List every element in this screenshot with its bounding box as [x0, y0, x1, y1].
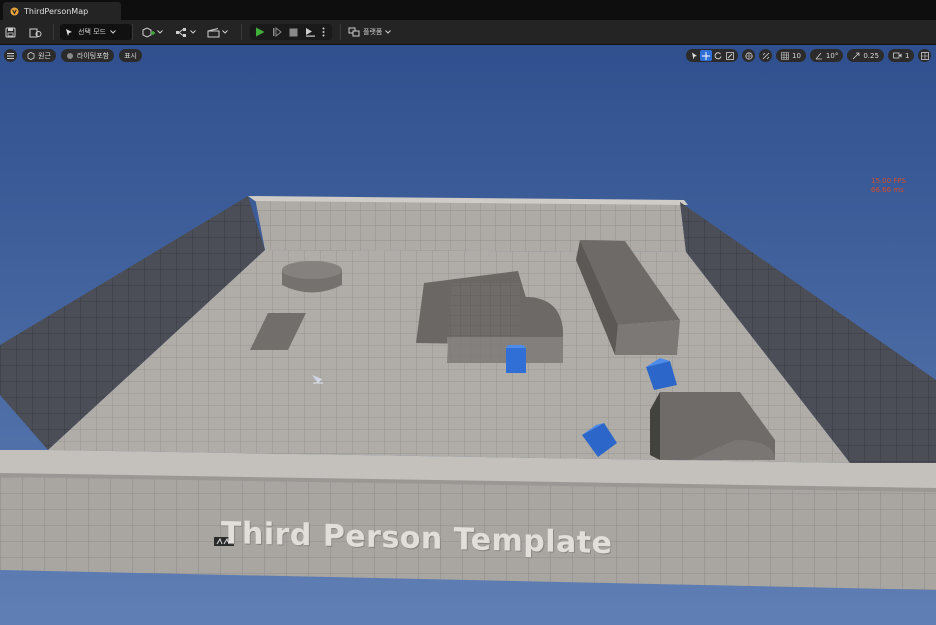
grid-snap-value: 10	[792, 51, 801, 60]
surface-snap-icon	[762, 52, 769, 59]
grid-snap-button[interactable]: 10	[776, 49, 806, 62]
fps-stats: 15.00 FPS 66.66 ms	[871, 177, 906, 195]
fps-value: 15.00 FPS	[871, 177, 906, 185]
platforms-icon	[348, 27, 360, 37]
stop-button[interactable]	[289, 28, 298, 37]
eject-icon	[306, 28, 315, 37]
scale-snap-button[interactable]: 0.25	[847, 49, 884, 62]
content-browser-icon	[29, 28, 42, 37]
play-icon	[256, 27, 265, 37]
hamburger-icon	[7, 52, 14, 59]
cinematics-button[interactable]	[207, 24, 228, 40]
chevron-down-icon	[157, 30, 163, 34]
chevron-down-icon	[222, 30, 228, 34]
scale-tool-button[interactable]	[724, 51, 736, 60]
play-options-button[interactable]	[322, 27, 325, 37]
blueprint-button[interactable]	[175, 24, 196, 40]
platforms-dropdown[interactable]: 플랫폼	[348, 24, 392, 40]
step-icon	[273, 27, 282, 37]
level-viewport[interactable]: Third Person Template 원근 라이팅포함 표시 10 10°…	[0, 45, 936, 625]
unreal-logo-icon	[10, 6, 19, 16]
rotate-tool-icon	[714, 51, 722, 59]
save-button[interactable]	[5, 24, 16, 40]
transform-tools	[686, 49, 738, 62]
stop-icon	[289, 28, 298, 36]
show-button[interactable]: 표시	[119, 49, 142, 62]
scale-tool-icon	[726, 51, 734, 60]
chevron-down-icon	[385, 30, 392, 34]
rotation-snap-button[interactable]: 10°	[809, 49, 844, 62]
chevron-down-icon	[190, 30, 196, 34]
viewport-menu-button[interactable]	[4, 49, 17, 62]
select-tool-icon	[691, 52, 697, 59]
main-toolbar: 선택 모드 플랫폼	[0, 20, 936, 45]
lighting-label: 라이팅포함	[76, 51, 110, 60]
maximize-icon	[921, 51, 929, 60]
cursor-icon	[66, 28, 72, 36]
frame-ms-value: 66.66 ms	[871, 186, 904, 194]
cinematics-icon	[207, 27, 220, 37]
lighting-mode-button[interactable]: 라이팅포함	[60, 49, 115, 62]
tab-title: ThirdPersonMap	[24, 6, 89, 16]
lighting-icon	[66, 52, 73, 59]
tab-bar: ThirdPersonMap	[0, 0, 936, 20]
grid-icon	[781, 51, 789, 60]
play-button[interactable]	[255, 27, 265, 37]
chevron-down-icon	[110, 30, 116, 34]
surface-snap-button[interactable]	[759, 49, 772, 62]
content-browser-button[interactable]	[29, 24, 42, 40]
angle-icon	[815, 52, 822, 59]
eject-button[interactable]	[305, 27, 316, 37]
camera-speed-value: 1	[904, 51, 910, 60]
select-tool-button[interactable]	[688, 52, 700, 60]
perspective-button[interactable]: 원근	[22, 49, 56, 62]
world-space-button[interactable]	[742, 49, 755, 62]
tab-third-person-map[interactable]: ThirdPersonMap	[3, 2, 121, 20]
maximize-viewport-button[interactable]	[918, 49, 932, 62]
platforms-label: 플랫폼	[363, 28, 383, 36]
world-space-icon	[744, 51, 753, 60]
scale-snap-value: 0.25	[863, 51, 879, 60]
selection-mode-dropdown[interactable]: 선택 모드	[60, 24, 132, 40]
move-tool-icon	[702, 51, 710, 60]
show-label: 표시	[124, 51, 137, 60]
save-icon	[5, 27, 16, 37]
play-controls	[250, 24, 332, 40]
add-actor-icon	[142, 26, 155, 38]
move-tool-button[interactable]	[700, 50, 712, 61]
camera-icon	[893, 52, 902, 59]
blueprint-icon	[176, 27, 186, 37]
rotate-tool-button[interactable]	[712, 51, 724, 60]
perspective-label: 원근	[38, 51, 51, 60]
camera-speed-button[interactable]: 1	[887, 49, 915, 62]
add-actor-button[interactable]	[142, 24, 163, 40]
scale-snap-icon	[853, 52, 860, 59]
selection-mode-label: 선택 모드	[78, 28, 106, 36]
step-button[interactable]	[272, 27, 282, 37]
perspective-icon	[27, 51, 35, 60]
more-icon	[322, 27, 325, 37]
rotation-snap-value: 10°	[825, 51, 839, 60]
